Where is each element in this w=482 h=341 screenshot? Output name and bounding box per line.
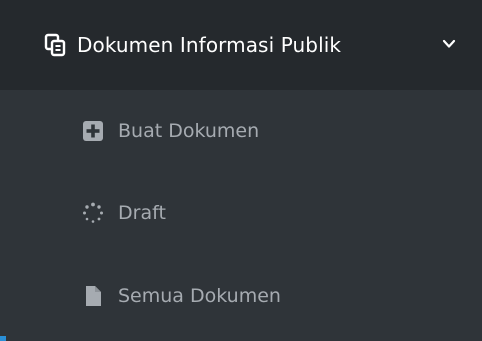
menu-dokumen-informasi-publik[interactable]: Dokumen Informasi Publik: [0, 0, 482, 90]
submenu-item-draft[interactable]: Draft: [0, 178, 482, 248]
submenu-item-buat-dokumen[interactable]: Buat Dokumen: [0, 96, 482, 166]
menu-title: Dokumen Informasi Publik: [77, 33, 342, 57]
spinner-icon: [82, 202, 104, 224]
scrollbar-indicator: [0, 336, 6, 341]
submenu-item-label: Draft: [118, 202, 166, 224]
copy-documents-icon: [43, 33, 67, 57]
sidebar-menu: Dokumen Informasi Publik Buat Dokumen Dr…: [0, 0, 482, 341]
submenu: Buat Dokumen Draft Semua Dokumen: [0, 90, 482, 341]
chevron-down-icon[interactable]: [441, 36, 457, 52]
submenu-item-label: Semua Dokumen: [118, 285, 281, 307]
submenu-item-semua-dokumen[interactable]: Semua Dokumen: [0, 261, 482, 331]
submenu-item-label: Buat Dokumen: [118, 120, 260, 142]
plus-square-icon: [82, 120, 104, 142]
file-icon: [82, 285, 104, 307]
